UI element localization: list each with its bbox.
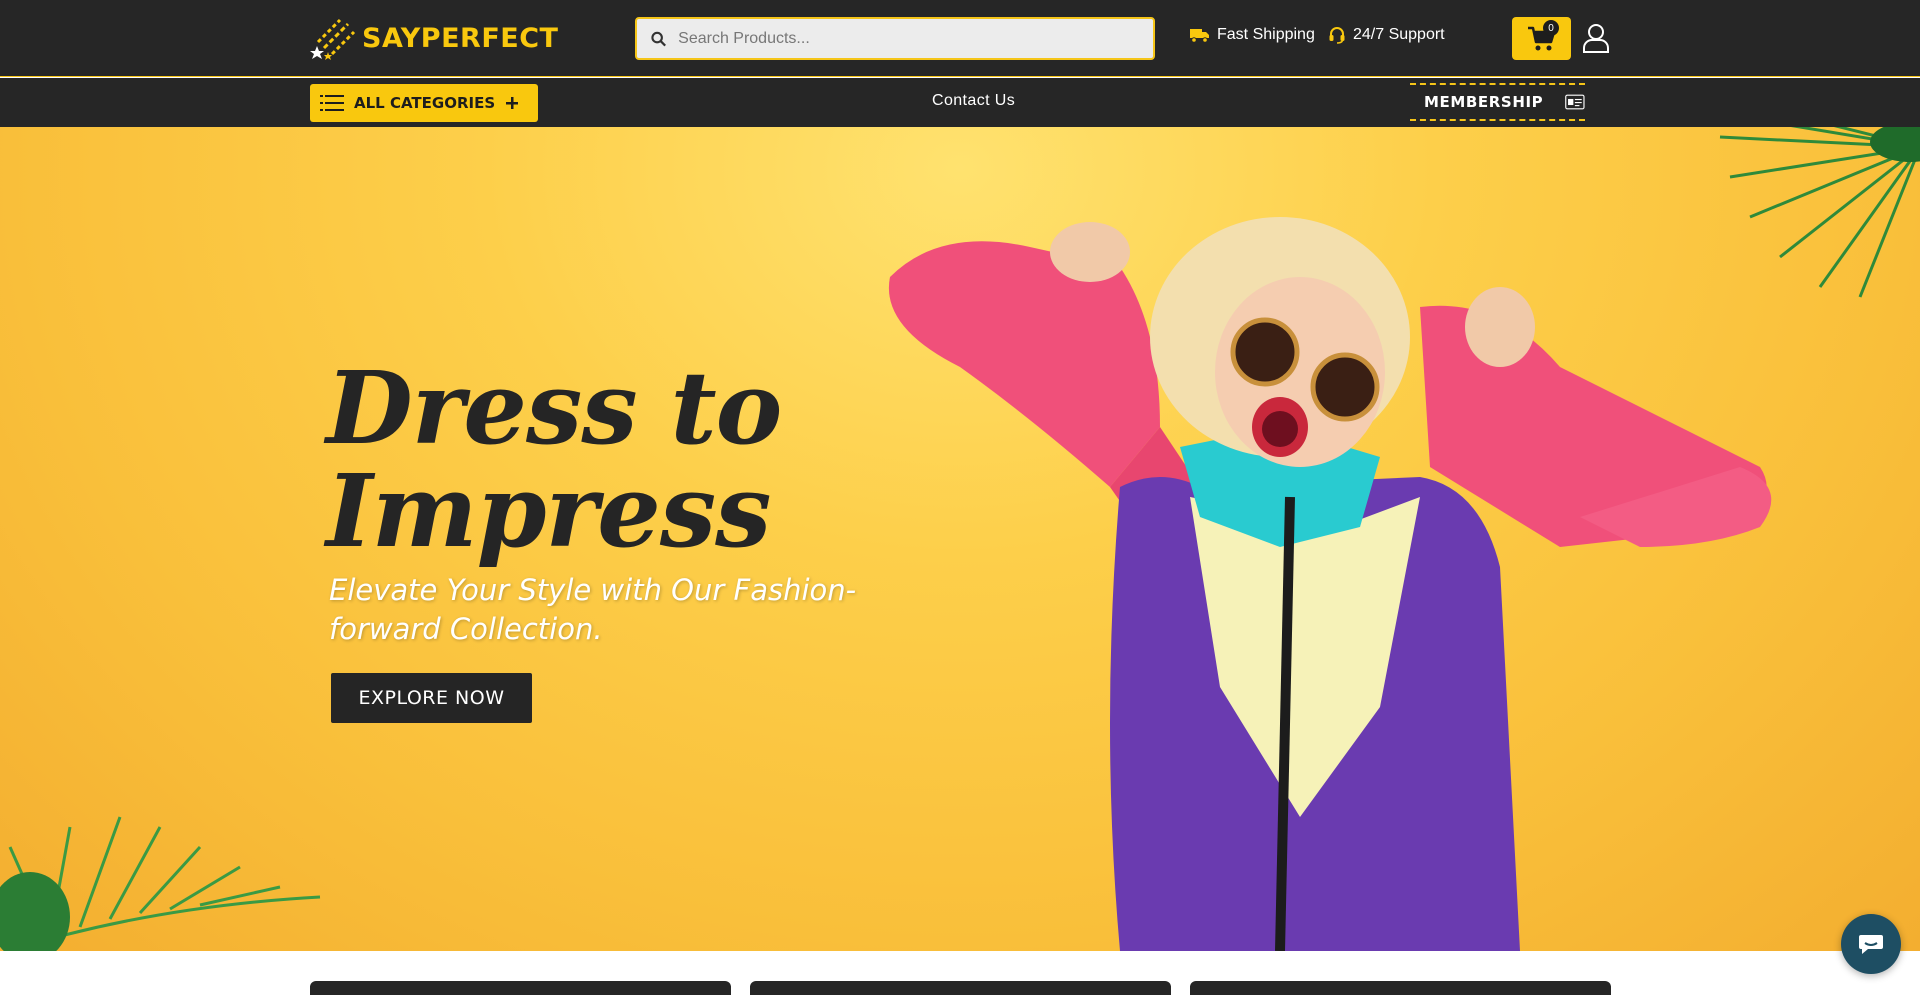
all-categories-label: ALL CATEGORIES xyxy=(354,94,496,112)
top-header: SAYPERFECT Fast Shipping 24/7 Support xyxy=(0,0,1920,77)
main-nav: ALL CATEGORIES Contact Us MEMBERSHIP xyxy=(0,78,1920,127)
explore-now-button[interactable]: EXPLORE NOW xyxy=(331,673,532,723)
contact-us-link[interactable]: Contact Us xyxy=(932,92,1015,110)
membership-label: MEMBERSHIP xyxy=(1424,93,1544,111)
chat-widget-button[interactable] xyxy=(1841,914,1901,974)
cart-button[interactable]: 0 xyxy=(1512,17,1571,60)
hero-title-line2: Impress xyxy=(326,452,771,570)
chat-bubble-icon xyxy=(1859,935,1883,954)
truck-icon xyxy=(1190,29,1209,43)
search-bar[interactable] xyxy=(635,17,1155,60)
hero-title: Dress to Impress xyxy=(326,357,1026,563)
membership-card-icon xyxy=(1565,94,1585,110)
feature-label: Fast Shipping xyxy=(1217,26,1315,43)
search-icon xyxy=(651,31,666,46)
logo-stars-icon xyxy=(310,18,356,60)
hero-title-line1: Dress to xyxy=(326,349,782,467)
headset-icon xyxy=(1329,27,1345,44)
palm-leaf-decoration xyxy=(0,816,321,951)
hamburger-menu-icon xyxy=(320,95,344,111)
hero-banner: Dress to Impress Elevate Your Style with… xyxy=(0,127,1920,951)
hero-subtitle: Elevate Your Style with Our Fashion-forw… xyxy=(329,573,857,646)
search-input[interactable] xyxy=(678,29,1153,48)
cart-count-badge: 0 xyxy=(1543,20,1559,36)
feature-label: 24/7 Support xyxy=(1353,26,1445,43)
feature-support: 24/7 Support xyxy=(1328,26,1445,44)
feature-fast-shipping: Fast Shipping xyxy=(1190,26,1315,44)
logo-text: SAYPERFECT xyxy=(362,22,559,54)
all-categories-button[interactable]: ALL CATEGORIES xyxy=(310,84,538,122)
plus-icon xyxy=(506,97,519,109)
user-account-icon[interactable] xyxy=(1582,23,1610,53)
membership-link[interactable]: MEMBERSHIP xyxy=(1410,83,1585,121)
logo[interactable]: SAYPERFECT xyxy=(310,16,558,60)
